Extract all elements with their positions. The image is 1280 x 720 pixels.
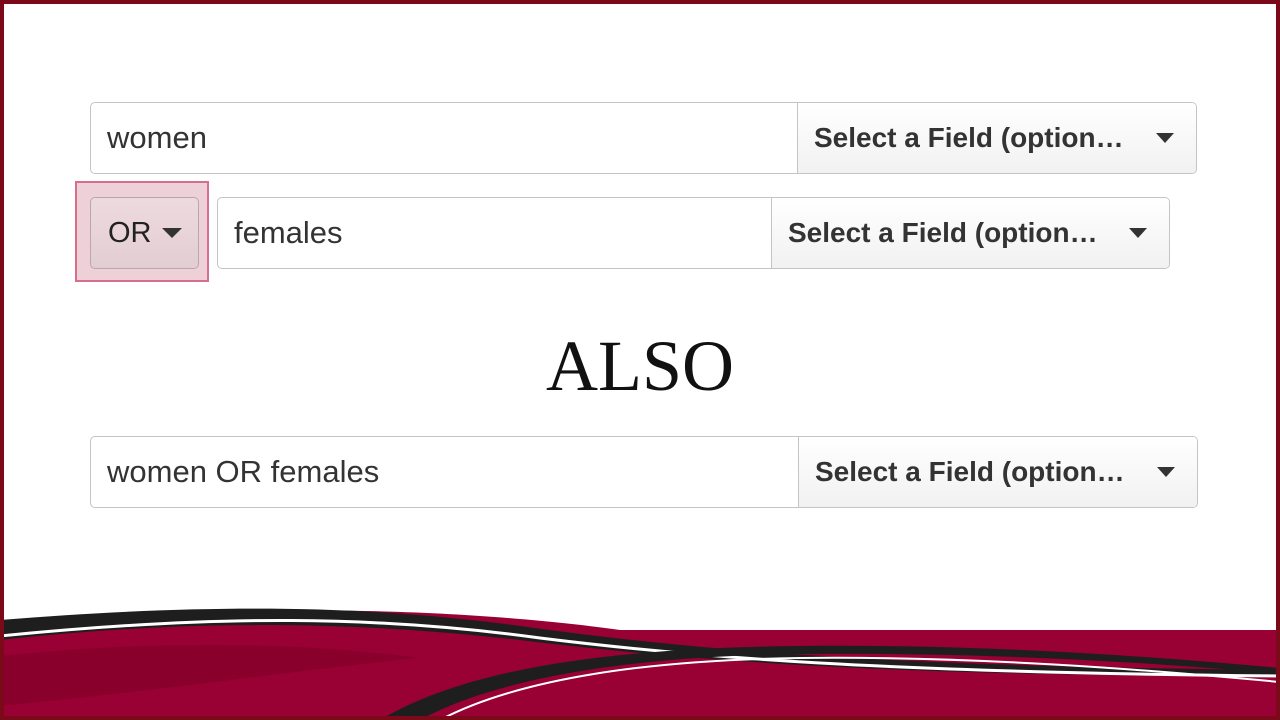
search-input-3[interactable]: women OR females [91, 437, 798, 507]
decorative-wave-footer [0, 608, 1280, 720]
caret-down-icon [161, 228, 182, 238]
field-select-2[interactable]: Select a Field (option… [771, 198, 1169, 268]
field-select-1-label: Select a Field (option… [814, 122, 1124, 153]
caret-down-icon [1157, 467, 1175, 477]
boolean-operator-dropdown[interactable]: OR [90, 197, 199, 269]
field-select-3-label: Select a Field (option… [815, 456, 1125, 487]
search-row-1: women Select a Field (option… [90, 102, 1197, 174]
caret-down-icon [1156, 133, 1174, 143]
field-select-2-label: Select a Field (option… [788, 217, 1098, 248]
search-row-3: women OR females Select a Field (option… [90, 436, 1198, 508]
caret-down-icon [1129, 228, 1147, 238]
search-row-2: females Select a Field (option… [217, 197, 1170, 269]
boolean-operator-label: OR [108, 216, 152, 249]
field-select-3[interactable]: Select a Field (option… [798, 437, 1197, 507]
field-select-1[interactable]: Select a Field (option… [797, 103, 1196, 173]
search-input-2[interactable]: females [218, 198, 771, 268]
also-heading: ALSO [545, 326, 734, 406]
search-input-1[interactable]: women [91, 103, 797, 173]
